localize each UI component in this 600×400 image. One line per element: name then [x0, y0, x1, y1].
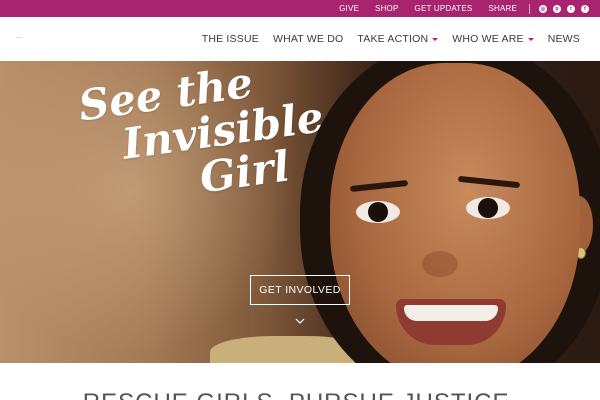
nav-item-label: THE ISSUE	[201, 33, 259, 45]
caret-down-icon	[432, 37, 439, 41]
tagline-heading: RESCUE GIRLS. PURSUE JUSTICE.	[0, 389, 600, 400]
nav-item-label: WHO WE ARE	[452, 33, 524, 45]
caret-down-icon	[527, 37, 534, 41]
main-navigation: THE ISSUE WHAT WE DO TAKE ACTION WHO WE …	[0, 17, 600, 61]
nav-item-label: WHAT WE DO	[272, 33, 344, 45]
hero-banner: See the Invisible Girl GET INVOLVED	[0, 61, 600, 363]
utility-bar: GIVE SHOP GET UPDATES SHARE ◎ p t f	[0, 0, 600, 17]
facebook-icon[interactable]: f	[581, 4, 589, 13]
pinterest-icon[interactable]: p	[553, 4, 561, 13]
nav-item-the-issue[interactable]: THE ISSUE	[202, 33, 259, 45]
instagram-icon[interactable]: ◎	[539, 4, 547, 13]
share-link[interactable]: SHARE	[488, 4, 517, 13]
get-updates-link[interactable]: GET UPDATES	[415, 4, 473, 13]
nav-item-label: TAKE ACTION	[357, 33, 429, 45]
twitter-icon[interactable]: t	[567, 4, 575, 13]
tagline-section: RESCUE GIRLS. PURSUE JUSTICE.	[0, 363, 600, 400]
nav-item-what-we-do[interactable]: WHAT WE DO	[273, 33, 343, 45]
give-link[interactable]: GIVE	[339, 4, 359, 13]
shop-link[interactable]: SHOP	[375, 4, 398, 13]
chevron-down-icon[interactable]	[295, 316, 305, 326]
nav-item-news[interactable]: NEWS	[548, 33, 580, 45]
nav-item-take-action[interactable]: TAKE ACTION	[357, 33, 439, 45]
utility-divider	[529, 3, 530, 14]
nav-item-who-we-are[interactable]: WHO WE ARE	[452, 33, 534, 45]
nav-item-label: NEWS	[547, 33, 580, 45]
logo[interactable]	[16, 37, 22, 38]
get-involved-button[interactable]: GET INVOLVED	[250, 275, 350, 305]
